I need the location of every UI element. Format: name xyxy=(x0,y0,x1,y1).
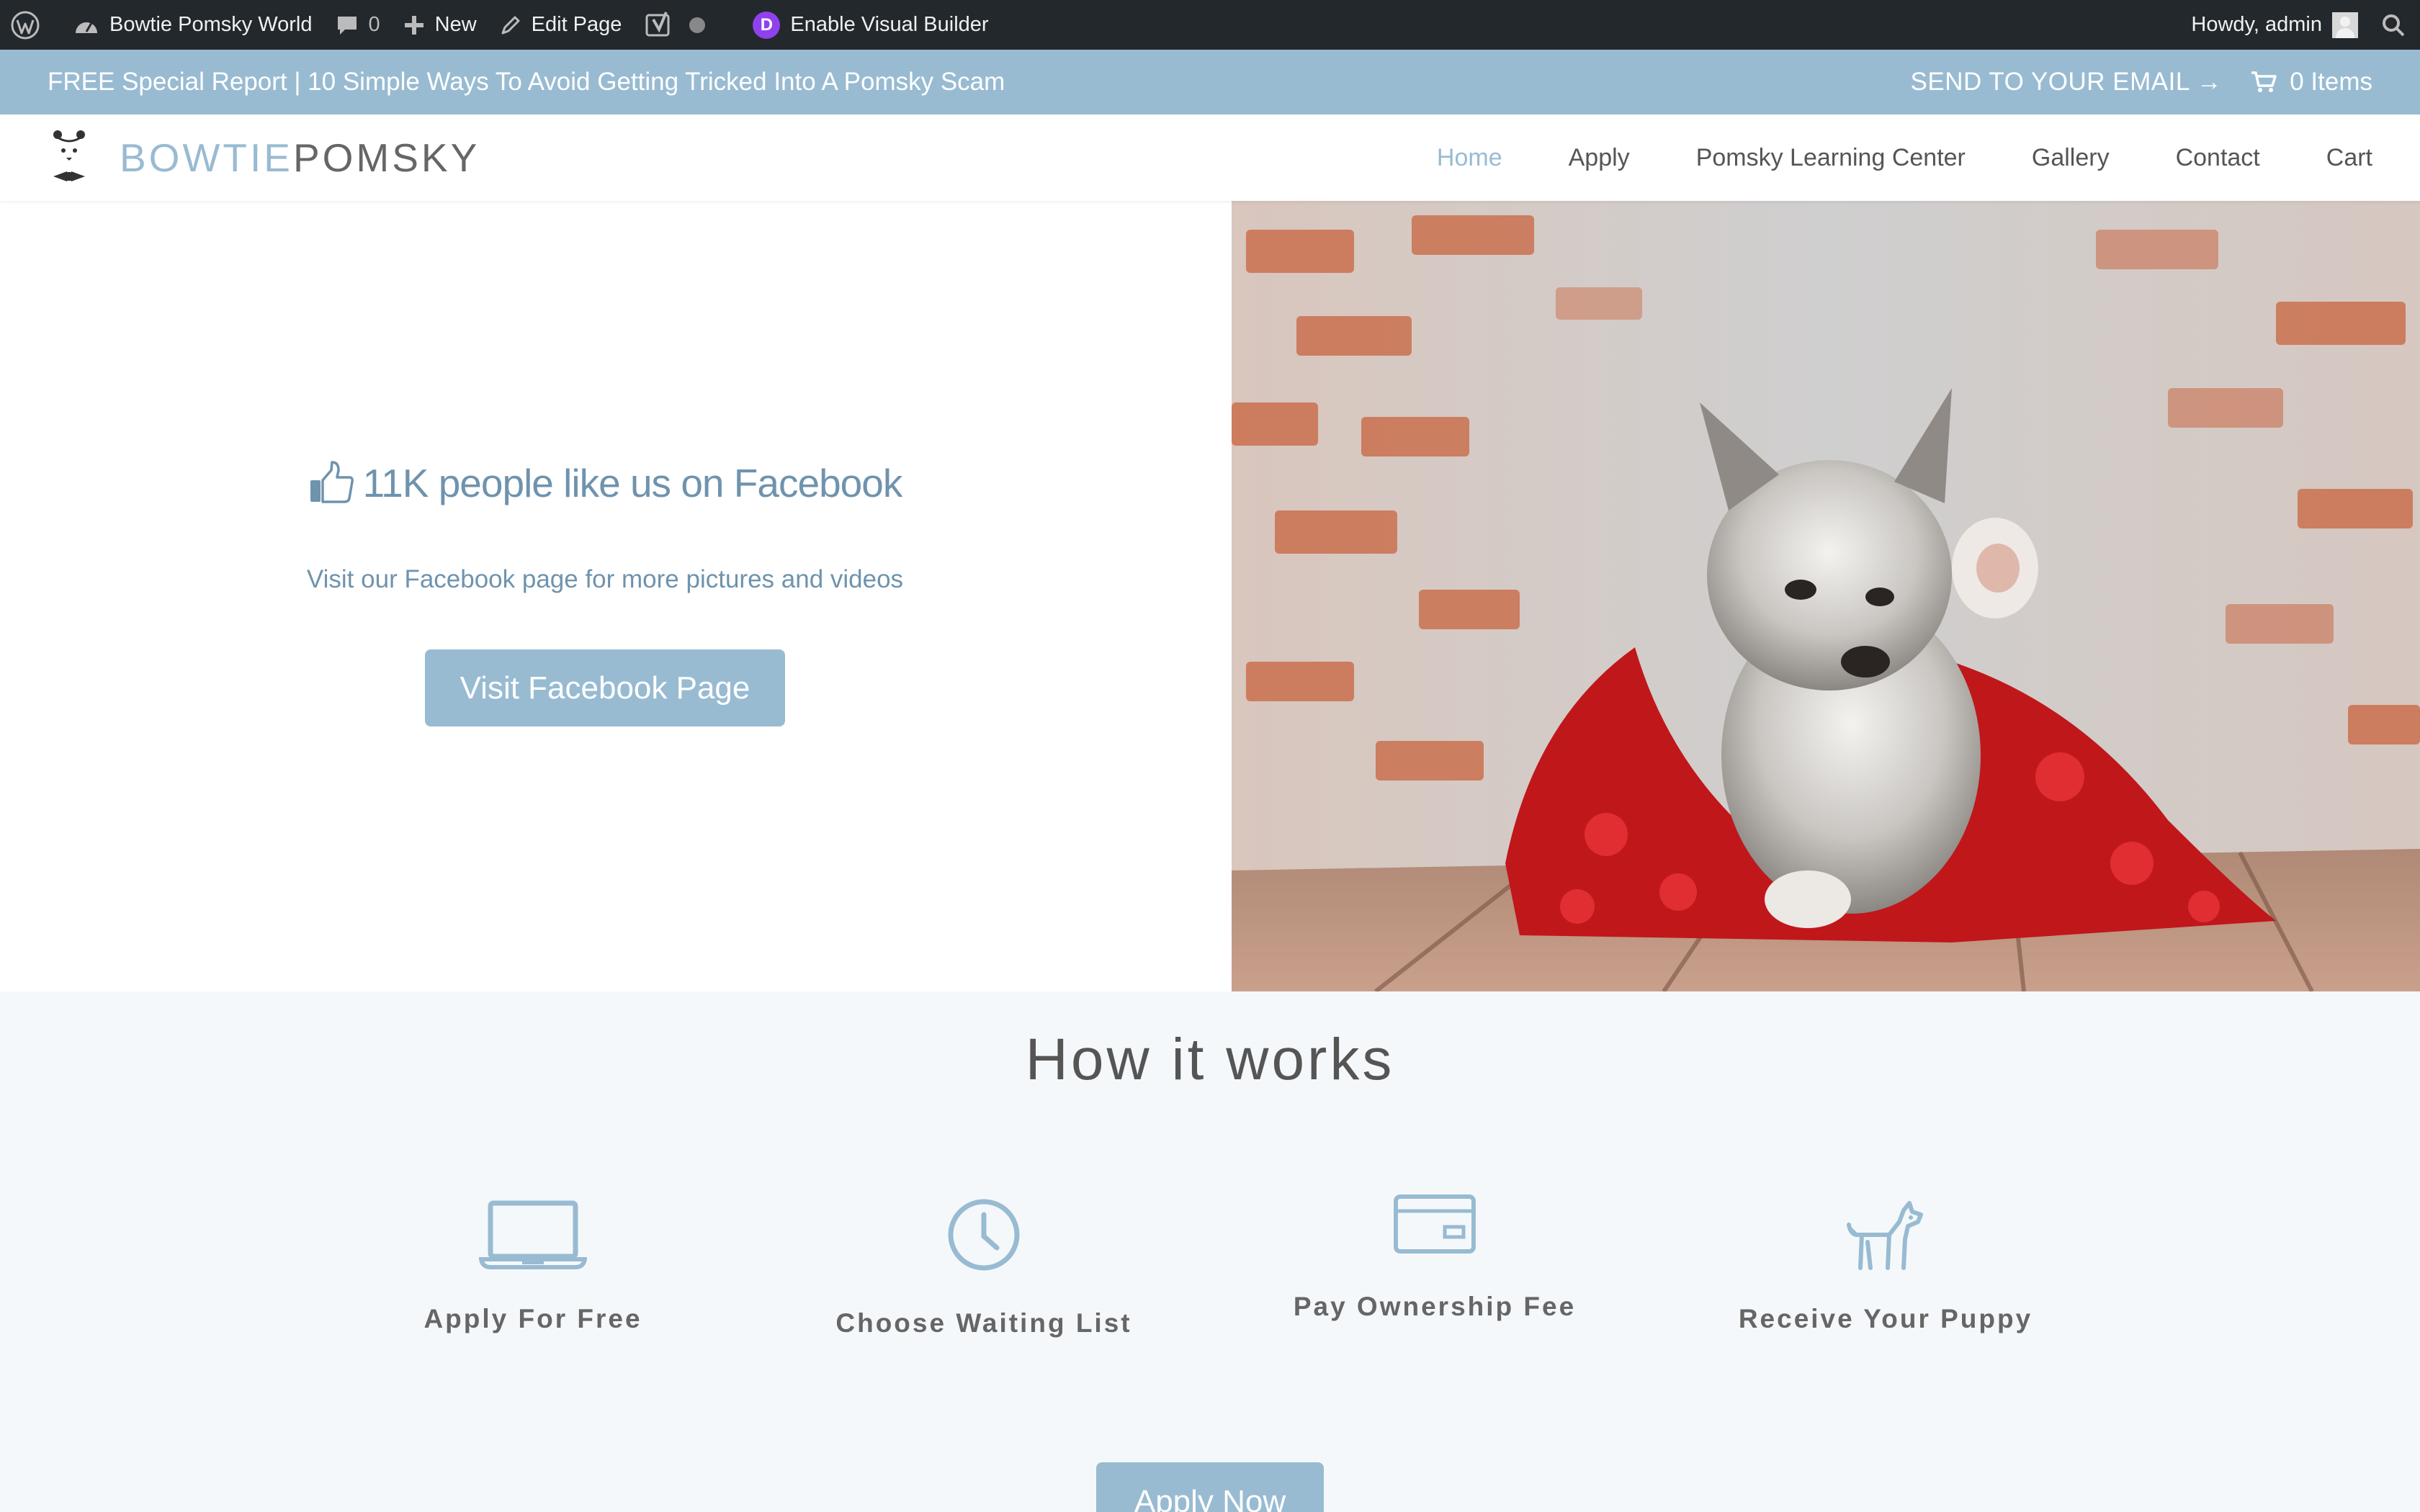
apply-now-button[interactable]: Apply Now xyxy=(1096,1462,1324,1512)
laptop-icon xyxy=(479,1200,587,1269)
step-label: Choose Waiting List xyxy=(835,1308,1132,1338)
clock-icon xyxy=(948,1199,1020,1271)
wordpress-menu[interactable] xyxy=(0,0,62,50)
step-pay-ownership-fee[interactable]: Pay Ownership Fee xyxy=(1233,1181,1636,1322)
visual-builder-menu[interactable]: D Enable Visual Builder xyxy=(741,0,1000,50)
new-menu[interactable]: New xyxy=(392,0,488,50)
comments-menu[interactable]: 0 xyxy=(324,0,392,50)
plus-icon xyxy=(404,15,424,35)
facebook-promo-section: 11K people like us on Facebook Visit our… xyxy=(0,201,1232,991)
logo-text-bowtie: BOWTIE xyxy=(120,135,293,180)
promo-bar: FREE Special Report | 10 Simple Ways To … xyxy=(0,50,2420,114)
logo-text: BOWTIEPOMSKY xyxy=(120,135,480,181)
step-apply-for-free[interactable]: Apply For Free xyxy=(331,1192,735,1334)
nav-cart[interactable]: Cart xyxy=(2326,144,2372,172)
visit-facebook-button[interactable]: Visit Facebook Page xyxy=(425,649,785,726)
edit-page-label: Edit Page xyxy=(531,13,622,36)
nav-home[interactable]: Home xyxy=(1437,144,1502,172)
edit-page-menu[interactable]: Edit Page xyxy=(488,0,634,50)
site-name-menu[interactable]: Bowtie Pomsky World xyxy=(62,0,324,50)
divi-icon: D xyxy=(753,11,781,39)
comments-count: 0 xyxy=(368,13,380,36)
how-it-works-title: How it works xyxy=(1025,1027,1395,1092)
step-label: Pay Ownership Fee xyxy=(1293,1292,1577,1321)
pencil-icon xyxy=(501,16,520,34)
yoast-icon xyxy=(645,11,670,36)
main-nav: Home Apply Pomsky Learning Center Galler… xyxy=(1371,144,2372,172)
admin-bar: Bowtie Pomsky World 0 New Edit Page D En… xyxy=(0,0,2420,50)
search-icon xyxy=(2383,14,2405,36)
pomsky-logo-icon xyxy=(53,130,85,181)
thumbs-up-icon xyxy=(310,461,354,503)
site-header: BOWTIEPOMSKY Home Apply Pomsky Learning … xyxy=(0,114,2420,201)
cart-items-count[interactable]: 0 Items xyxy=(2290,68,2372,96)
step-label: Apply For Free xyxy=(424,1304,642,1333)
send-to-email-link[interactable]: SEND TO YOUR EMAIL → xyxy=(1911,68,2223,96)
site-name: Bowtie Pomsky World xyxy=(109,13,313,36)
facebook-heading: 11K people like us on Facebook xyxy=(0,460,1210,506)
nav-apply[interactable]: Apply xyxy=(1569,144,1630,172)
step-label: Receive Your Puppy xyxy=(1738,1304,2033,1333)
puppy-hero-image xyxy=(1232,201,2420,991)
cart-icon[interactable] xyxy=(2251,71,2277,94)
nav-gallery[interactable]: Gallery xyxy=(2032,144,2110,172)
logo-text-pomsky: POMSKY xyxy=(292,135,480,180)
step-receive-your-puppy[interactable]: Receive Your Puppy xyxy=(1684,1192,2087,1334)
visual-builder-label: Enable Visual Builder xyxy=(790,13,989,36)
admin-search[interactable] xyxy=(2370,0,2420,50)
account-menu[interactable]: Howdy, admin xyxy=(2179,0,2370,50)
facebook-subtitle: Visit our Facebook page for more picture… xyxy=(306,565,904,593)
facebook-likes-text: 11K people like us on Facebook xyxy=(362,461,903,505)
wordpress-icon xyxy=(11,11,40,39)
avatar xyxy=(2332,12,2358,38)
howdy-label: Howdy, admin xyxy=(2191,13,2322,36)
nav-pomsky-learning-center[interactable]: Pomsky Learning Center xyxy=(1696,144,1966,172)
nav-contact[interactable]: Contact xyxy=(2176,144,2260,172)
status-dot-icon xyxy=(689,17,706,33)
site-logo[interactable]: BOWTIEPOMSKY xyxy=(48,127,480,188)
comment-icon xyxy=(337,16,357,35)
step-choose-waiting-list[interactable]: Choose Waiting List xyxy=(782,1192,1186,1338)
dashboard-icon xyxy=(76,22,97,33)
dog-icon xyxy=(1847,1201,1923,1270)
special-report-link[interactable]: FREE Special Report | 10 Simple Ways To … xyxy=(48,68,1005,96)
credit-card-icon xyxy=(1394,1194,1476,1254)
yoast-menu[interactable] xyxy=(633,0,720,50)
new-label: New xyxy=(434,13,477,36)
puppy-photo xyxy=(1232,201,2420,991)
